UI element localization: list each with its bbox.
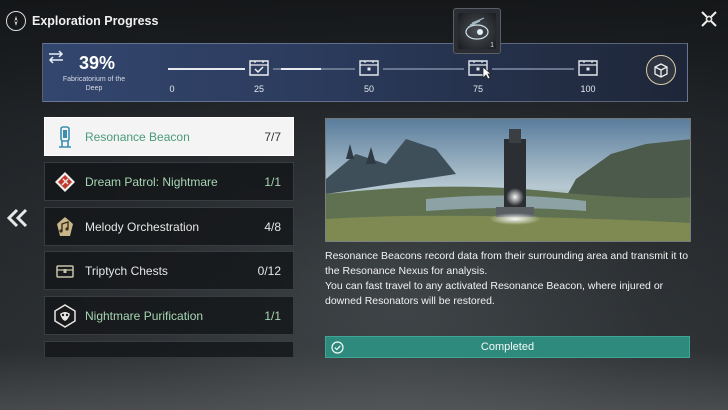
exploration-progress-panel: 39% Fabricatorium of the Deep 0 25 50 75 100 [42, 43, 688, 102]
reward-count: 1 [490, 42, 494, 49]
milestone-chest-icon[interactable] [576, 59, 600, 77]
track-segment [492, 68, 574, 70]
activity-count: 1/1 [264, 308, 281, 323]
activity-item-melody-orchestration[interactable]: Melody Orchestration 4/8 [44, 207, 294, 246]
activity-item-partial[interactable] [44, 341, 294, 357]
activity-label: Resonance Beacon [85, 129, 190, 144]
milestone-label: 75 [472, 84, 484, 94]
activity-count: 1/1 [264, 174, 281, 189]
chest-icon [53, 259, 77, 283]
description-paragraph-1: Resonance Beacons record data from their… [325, 250, 689, 277]
window-title: Exploration Progress [6, 10, 158, 32]
activity-description: Resonance Beacons record data from their… [325, 249, 695, 309]
activity-count: 0/12 [257, 263, 281, 278]
activity-label: Triptych Chests [85, 263, 168, 278]
landscape-image [326, 119, 690, 241]
activity-label: Nightmare Purification [85, 308, 204, 323]
milestone-label: 50 [363, 84, 375, 94]
activity-label: Melody Orchestration [85, 219, 200, 234]
swap-region-icon[interactable] [47, 50, 65, 64]
previous-region-button[interactable] [5, 207, 29, 229]
milestone-chest-icon[interactable] [357, 59, 381, 77]
activity-item-resonance-beacon[interactable]: Resonance Beacon 7/7 [44, 117, 294, 156]
status-label: Completed [480, 341, 535, 353]
activity-label: Dream Patrol: Nightmare [85, 174, 218, 189]
nightmare-patrol-icon [53, 170, 77, 194]
milestone-chest-claimed-icon[interactable] [247, 59, 271, 77]
melody-icon [53, 215, 77, 239]
activity-preview-image [325, 118, 691, 242]
track-segment [383, 68, 464, 70]
compass-icon [6, 11, 26, 31]
activity-item-nightmare-purification[interactable]: Nightmare Purification 1/1 [44, 296, 294, 335]
close-button[interactable] [698, 8, 720, 30]
activity-list: Resonance Beacon 7/7 Dream Patrol: Nightma… [44, 117, 294, 357]
track-progress-fill [281, 68, 321, 70]
completion-percent: 39% [79, 53, 116, 73]
location-name: Fabricatorium of the Deep [62, 76, 126, 92]
activity-count: 7/7 [264, 129, 281, 144]
activity-item-triptych-chests[interactable]: Triptych Chests 0/12 [44, 251, 294, 290]
rewards-button[interactable] [646, 55, 676, 85]
reward-box-icon [654, 63, 668, 78]
check-circle-icon [331, 341, 344, 354]
activity-count: 4/8 [264, 219, 281, 234]
milestone-reward-preview[interactable]: 1 [453, 8, 501, 54]
mouse-cursor-icon [482, 66, 492, 80]
page-title: Exploration Progress [32, 14, 159, 28]
beacon-icon [53, 125, 77, 149]
purification-icon [53, 303, 77, 328]
close-icon [701, 11, 717, 27]
milestone-label: 25 [253, 84, 265, 94]
milestone-label: 100 [580, 84, 596, 94]
activity-item-dream-patrol-nightmare[interactable]: Dream Patrol: Nightmare 1/1 [44, 162, 294, 201]
track-segment [168, 68, 245, 70]
description-paragraph-2: You can fast travel to any activated Res… [325, 280, 664, 307]
milestone-label: 0 [169, 84, 175, 94]
completion-status-bar: Completed [325, 336, 690, 358]
